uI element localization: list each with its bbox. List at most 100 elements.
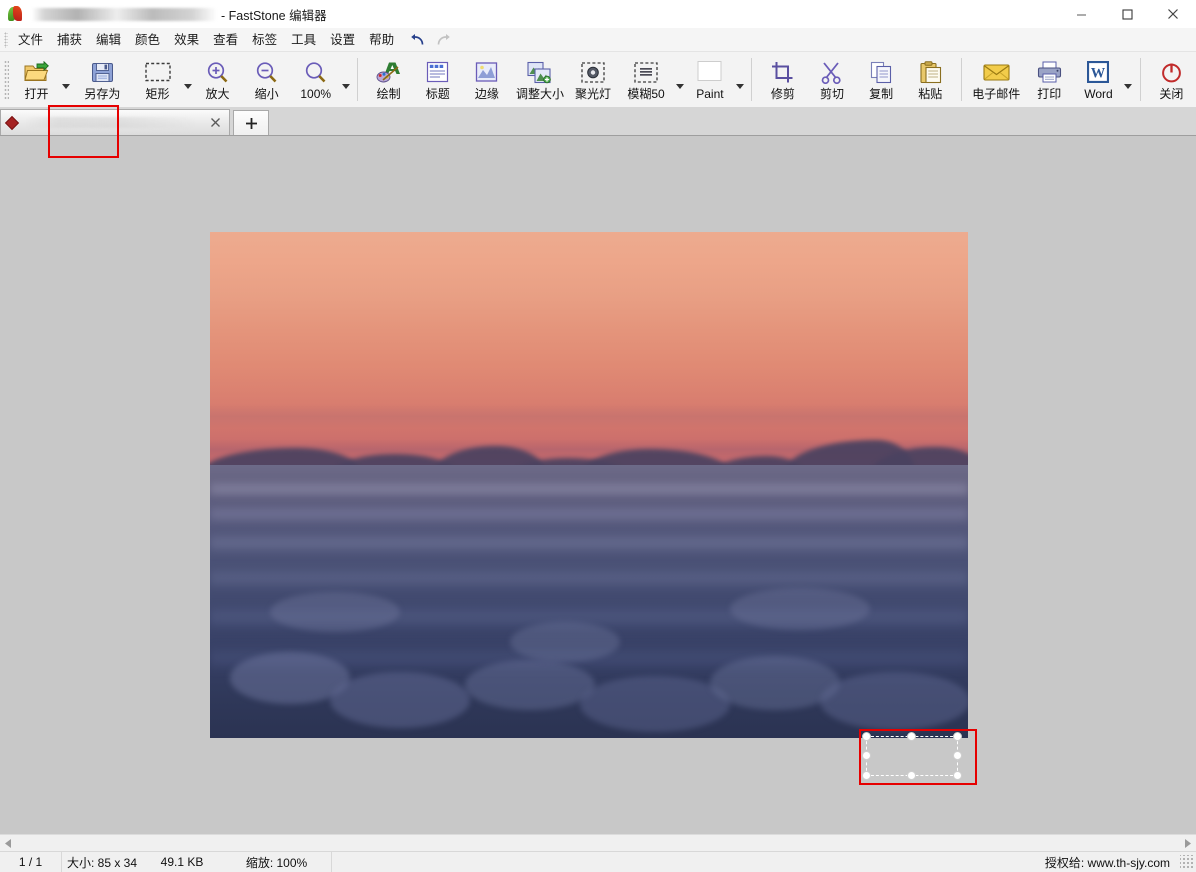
marquee-rect-icon [144,59,171,85]
svg-text:W: W [1091,66,1106,82]
menu-effects[interactable]: 效果 [167,29,206,51]
toolbar-grip-handle[interactable] [4,59,9,100]
scroll-right-arrow[interactable] [1179,834,1196,852]
photo-cloud-strip-1 [210,480,968,498]
edge-label: 边缘 [474,87,499,101]
zoom-out-button[interactable]: 缩小 [242,52,291,107]
menu-capture[interactable]: 捕获 [50,29,89,51]
zoom-dropdown-arrow[interactable] [340,52,351,107]
copy-pages-icon [870,59,893,85]
selection-handle-n[interactable] [907,732,916,741]
plus-icon [245,117,257,129]
blur50-label: 模糊50 [627,87,665,101]
photo-cloud-strip-3 [210,532,968,554]
photo-sea-of-clouds-at-sunset[interactable] [210,232,968,738]
resize-grip-icon[interactable] [1180,855,1194,869]
menu-tools[interactable]: 工具 [284,29,323,51]
menu-grip-handle[interactable] [4,31,8,48]
selection-handle-s[interactable] [907,771,916,780]
print-label: 打印 [1037,87,1062,101]
edge-button[interactable]: 边缘 [462,52,511,107]
close-tab-button[interactable] [205,112,225,134]
zoom-out-label: 缩小 [254,87,279,101]
scrollbar-track[interactable] [17,834,1179,852]
menu-view[interactable]: 查看 [206,29,245,51]
zoom-100-button[interactable]: 100% [291,52,340,107]
spotlight-icon [581,59,605,85]
open-dropdown-arrow[interactable] [61,52,72,107]
draw-button[interactable]: 绘制 [364,52,413,107]
close-doc-button[interactable]: 关闭 [1147,52,1196,107]
blur50-button[interactable]: 模糊50 [618,52,675,107]
close-button[interactable] [1150,0,1196,28]
faststone-leaf-logo-icon [8,6,24,22]
open-button[interactable]: 打开 [12,52,61,107]
spotlight-button[interactable]: 聚光灯 [568,52,617,107]
menu-file[interactable]: 文件 [11,29,50,51]
edge-frame-icon [475,59,498,85]
new-tab-button[interactable] [233,110,269,135]
printer-icon [1037,59,1062,85]
zoom-in-label: 放大 [205,87,230,101]
word-button[interactable]: W Word [1074,52,1123,107]
undo-redo-group [409,31,451,49]
email-button[interactable]: 电子邮件 [968,52,1025,107]
save-as-button[interactable]: 另存为 [78,52,127,107]
caption-button[interactable]: 标题 [413,52,462,107]
status-bar: 1 / 1 大小: 85 x 34 49.1 KB 缩放: 100% 授权给: … [0,851,1196,872]
print-button[interactable]: 打印 [1025,52,1074,107]
document-tab[interactable] [0,109,230,135]
zoom-100-label: 100% [300,87,332,101]
crop-button[interactable]: 修剪 [758,52,807,107]
horizontal-scrollbar[interactable] [0,834,1196,852]
copy-button[interactable]: 复制 [857,52,906,107]
paint-dropdown-arrow[interactable] [734,52,745,107]
menu-help[interactable]: 帮助 [362,29,401,51]
selection-handle-e[interactable] [953,751,962,760]
selection-handle-ne[interactable] [953,732,962,741]
status-spacer [332,852,1035,872]
menu-edit[interactable]: 编辑 [89,29,128,51]
status-file-size: 49.1 KB [160,855,204,869]
paint-button[interactable]: Paint [685,52,734,107]
photo-cloud-puff-3 [465,660,595,710]
resize-button[interactable]: 调整大小 [511,52,568,107]
caption-label: 标题 [425,87,450,101]
status-zoom-level: 缩放: 100% [222,851,332,872]
cut-label: 剪切 [819,87,844,101]
chevron-down-icon [183,84,192,89]
cut-button[interactable]: 剪切 [807,52,856,107]
word-dropdown-arrow[interactable] [1123,52,1134,107]
selection-handle-nw[interactable] [862,732,871,741]
photo-cloud-puff-9 [730,588,870,630]
selection-handle-w[interactable] [862,751,871,760]
caption-icon [426,59,449,85]
menu-tags[interactable]: 标签 [245,29,284,51]
maximize-button[interactable] [1104,0,1150,28]
blur-dropdown-arrow[interactable] [675,52,686,107]
image-selection-rectangle[interactable] [862,732,962,780]
menu-color[interactable]: 颜色 [128,29,167,51]
email-label: 电子邮件 [972,87,1021,101]
minimize-button[interactable] [1058,0,1104,28]
undo-button[interactable] [409,31,427,49]
rectangle-dropdown-arrow[interactable] [182,52,193,107]
image-canvas-area[interactable] [0,136,1196,834]
photo-haze-band-1 [210,404,968,430]
paste-button[interactable]: 粘贴 [906,52,955,107]
rectangle-select-button[interactable]: 矩形 [133,52,182,107]
selection-handle-se[interactable] [953,771,962,780]
main-toolbar: 打开 另存为 矩形 放大 缩小 100% 绘制 标题 边缘 调整大小 聚光灯 模… [0,52,1196,158]
scroll-left-arrow[interactable] [0,834,17,852]
redo-icon [437,33,450,45]
floppy-disk-icon [91,59,114,85]
redo-button[interactable] [433,31,451,49]
zoom-in-button[interactable]: 放大 [193,52,242,107]
open-button-label: 打开 [24,87,49,101]
menu-settings[interactable]: 设置 [323,29,362,51]
red-diamond-icon [4,115,20,130]
selection-handle-sw[interactable] [862,771,871,780]
word-label: Word [1084,87,1113,101]
status-page-index: 1 / 1 [0,851,62,872]
resize-label: 调整大小 [515,87,564,101]
